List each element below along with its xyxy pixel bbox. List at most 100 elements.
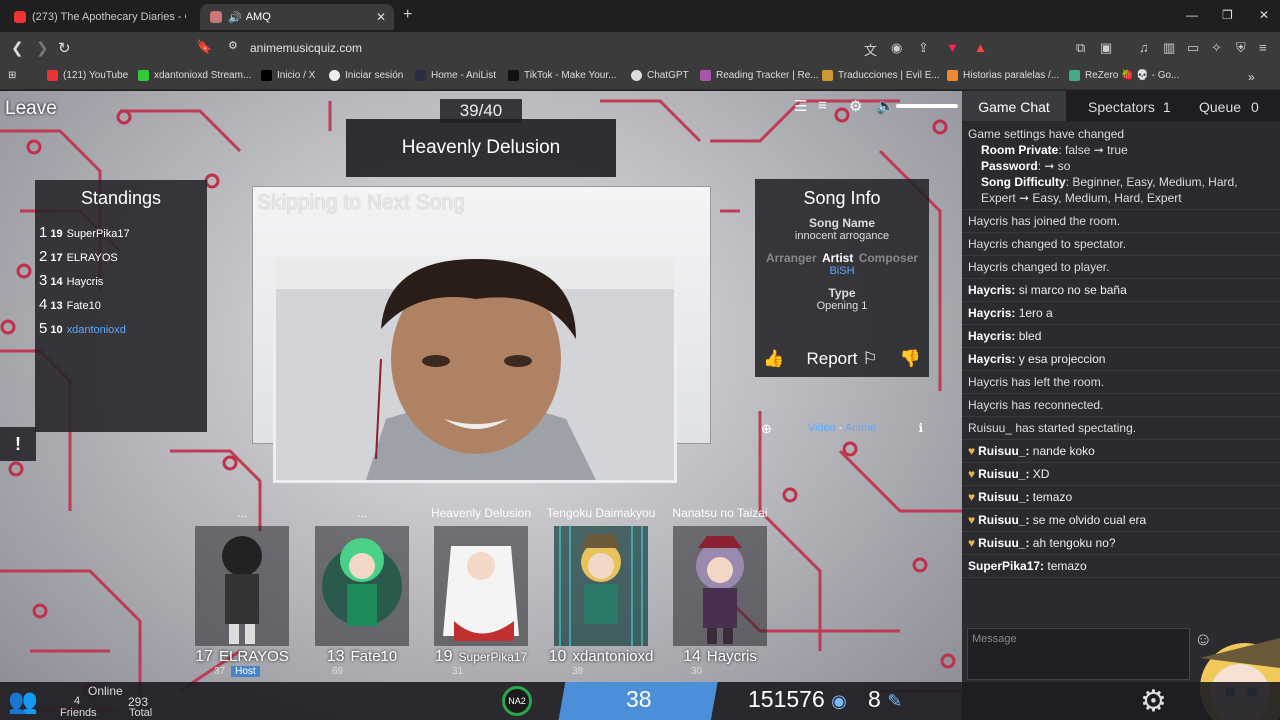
video-link[interactable]: Video — [808, 422, 836, 434]
player-card[interactable]: Nanatsu no Taizai 14 Haycris 30 — [660, 506, 780, 677]
bookmark-reading-tracker[interactable]: Reading Tracker | Re... — [700, 70, 819, 81]
composer-tab[interactable]: Composer — [859, 251, 918, 265]
minimize-icon[interactable]: — — [1186, 8, 1198, 22]
message-author[interactable]: SuperPika17 — [968, 559, 1040, 573]
back-icon[interactable]: ❮ — [11, 39, 24, 57]
message-author[interactable]: Haycris — [968, 283, 1011, 297]
menu-list-icon[interactable]: ≡ — [818, 97, 827, 114]
player-card[interactable]: ... 17 ELRAYOS 37 Host — [182, 506, 302, 677]
bookmark-evil-eye[interactable]: Traducciones | Evil E... — [822, 70, 940, 81]
close-tab-icon[interactable]: ✕ — [376, 10, 386, 24]
bookmark-x[interactable]: Inicio / X — [261, 70, 315, 81]
evil-eye-icon — [822, 70, 833, 81]
thumbs-down-icon[interactable]: 👎 — [900, 349, 921, 369]
artist-tab[interactable]: Artist — [822, 251, 853, 265]
address-bar[interactable]: animemusicquiz.com — [250, 41, 362, 55]
list-view-icon[interactable]: ☰ — [794, 97, 807, 115]
maximize-icon[interactable]: ❐ — [1222, 8, 1233, 22]
webcam-overlay — [273, 256, 677, 483]
message-author[interactable]: Ruisuu_ — [978, 536, 1025, 550]
wallet-icon[interactable]: ▭ — [1187, 40, 1199, 56]
player-card[interactable]: Heavenly Delusion 19 SuperPika17 31 — [421, 506, 541, 677]
spectators-count: 1 — [1162, 99, 1171, 115]
standings-row: 2 17 ELRAYOS — [39, 248, 118, 265]
friends-count: 4 — [74, 695, 81, 707]
tab-game-chat[interactable]: Game Chat — [962, 91, 1066, 121]
vpn-icon[interactable]: ⛨ — [1236, 40, 1246, 56]
player-level: 31 — [452, 666, 464, 677]
brave-rewards-icon[interactable]: ▲ — [974, 40, 987, 55]
reload-icon[interactable]: ↻ — [58, 39, 71, 57]
player-score: 14 — [683, 648, 701, 665]
browser-tab-amq[interactable]: 🔊 AMQ ✕ — [200, 4, 394, 30]
volume-slider[interactable] — [896, 104, 958, 108]
bookmark-login[interactable]: Iniciar sesión — [329, 70, 403, 81]
bookmark-historias[interactable]: Historias paralelas /... — [947, 70, 1059, 81]
level-badge[interactable]: NA2 — [502, 686, 532, 716]
bookmark-youtube[interactable]: (121) YouTube — [47, 70, 128, 81]
alert-button[interactable]: ! — [0, 427, 36, 461]
report-button[interactable]: Report — [806, 349, 857, 368]
bookmark-rezero[interactable]: ReZero 🍓 💀 - Go... — [1069, 70, 1179, 81]
youtube-icon — [47, 70, 58, 81]
volume-icon[interactable]: 🔈 — [876, 97, 895, 115]
score: 17 — [50, 252, 63, 264]
bookmark-icon[interactable]: 🔖 — [196, 39, 212, 55]
message-author[interactable]: Ruisuu_ — [978, 490, 1025, 504]
player-card[interactable]: Tengoku Daimakyou 10 xdantonioxd 38 — [541, 506, 661, 677]
anime-link[interactable]: Anime — [845, 422, 876, 434]
link-separator: - — [838, 422, 843, 434]
translate-icon[interactable]: 文 — [864, 40, 877, 59]
arranger-tab[interactable]: Arranger — [766, 251, 817, 265]
menu-icon[interactable]: ≡ — [1259, 40, 1267, 55]
tickets: 8 ✎ — [868, 686, 902, 713]
new-tab-icon[interactable]: + — [403, 6, 412, 24]
bookmark-chatgpt[interactable]: ChatGPT — [631, 70, 689, 81]
eye-icon[interactable]: ◉ — [891, 40, 902, 56]
site-info-icon[interactable]: ⚙ — [228, 39, 238, 52]
leave-button[interactable]: Leave — [5, 98, 57, 120]
flag-icon[interactable]: ⚐ — [862, 349, 877, 368]
thumbs-up-icon[interactable]: 👍 — [763, 349, 784, 369]
leo-icon[interactable]: ✧ — [1211, 40, 1222, 56]
bookmark-tiktok[interactable]: TikTok - Make Your... — [508, 70, 616, 81]
player-name: ELRAYOS — [66, 252, 118, 264]
tab-spectators[interactable]: Spectators 1 — [1088, 99, 1171, 115]
more-bookmarks-icon[interactable]: » — [1248, 70, 1255, 84]
message-author[interactable]: Ruisuu_ — [978, 467, 1025, 481]
forward-icon[interactable]: ❯ — [36, 39, 49, 57]
message-author[interactable]: Ruisuu_ — [978, 513, 1025, 527]
player-name: xdantonioxd — [66, 324, 126, 336]
player-level: 37 — [214, 666, 226, 677]
settings-icon[interactable]: ⚙ — [849, 97, 862, 115]
message-author[interactable]: Haycris — [968, 329, 1011, 343]
screenshot-icon[interactable]: ▣ — [1100, 40, 1112, 56]
apps-icon[interactable]: ⊞ — [8, 70, 16, 81]
bookmark-anilist[interactable]: Home - AniList — [415, 70, 496, 81]
browser-tab-youtube[interactable]: (273) The Apothecary Diaries - Oper — [4, 4, 196, 30]
friends-icon[interactable]: 👥 — [8, 687, 38, 716]
sidebar-icon[interactable]: ▥ — [1163, 40, 1175, 56]
message-author[interactable]: Ruisuu_ — [978, 444, 1025, 458]
message-author[interactable]: Haycris — [968, 306, 1011, 320]
close-window-icon[interactable]: ✕ — [1259, 8, 1269, 22]
tab-queue[interactable]: Queue 0 — [1199, 99, 1259, 115]
player-name: SuperPika17 — [66, 228, 130, 240]
player-name: Haycris — [706, 648, 757, 665]
bookmark-kick[interactable]: xdantonioxd Stream... — [138, 70, 251, 81]
standings-row: 1 19 SuperPika17 — [39, 224, 130, 241]
player-card[interactable]: ... 13 Fate10 69 — [302, 506, 422, 677]
info-icon[interactable]: ℹ — [918, 421, 923, 435]
note-icon: ◉ — [831, 691, 847, 711]
settings-gear-icon[interactable]: ⚙ — [1140, 684, 1167, 719]
message-text: Game settings have changed — [968, 127, 1125, 141]
share-icon[interactable]: ⇪ — [918, 40, 929, 56]
brave-shield-icon[interactable]: ▼ — [946, 40, 959, 55]
player-level: 38 — [572, 666, 584, 677]
add-icon[interactable]: ⊕ — [761, 421, 772, 437]
music-icon[interactable]: ♫ — [1139, 40, 1149, 55]
artist-name[interactable]: BiSH — [755, 265, 929, 277]
message-author[interactable]: Haycris — [968, 352, 1011, 366]
extensions-icon[interactable]: ⧉ — [1076, 40, 1085, 56]
chat-message-input[interactable]: Message — [967, 628, 1190, 680]
